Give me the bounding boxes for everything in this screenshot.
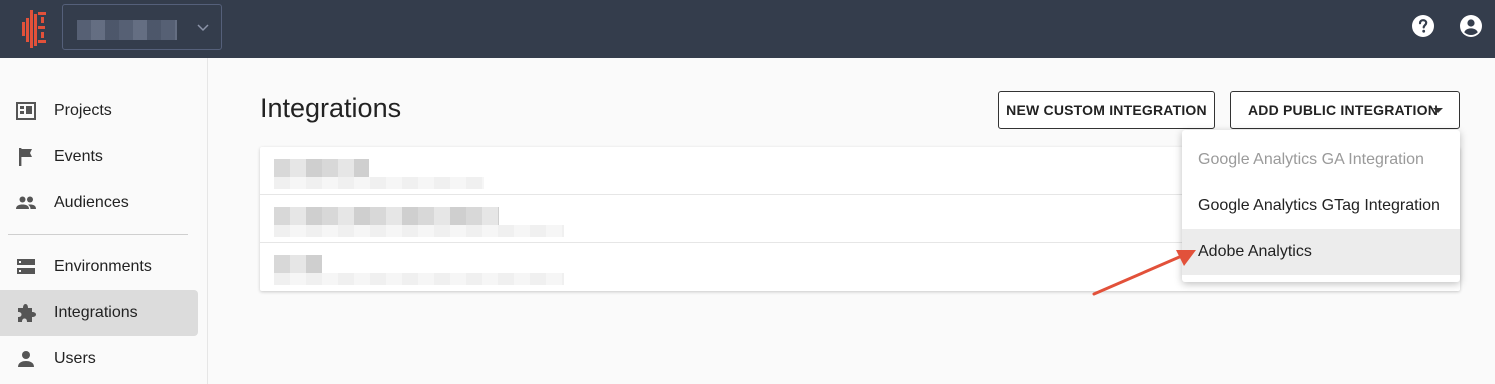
account-circle-icon[interactable] bbox=[1459, 14, 1483, 38]
help-circle-icon[interactable] bbox=[1411, 14, 1435, 38]
sidebar-item-audiences[interactable]: Audiences bbox=[0, 180, 198, 226]
redacted-text bbox=[274, 273, 564, 285]
sidebar-nav: Projects Events Audiences Environments I… bbox=[0, 58, 208, 384]
menu-item-google-analytics-gtag[interactable]: Google Analytics GTag Integration bbox=[1182, 183, 1460, 229]
chevron-down-icon bbox=[197, 24, 209, 32]
page-title: Integrations bbox=[260, 93, 402, 123]
storage-icon bbox=[15, 256, 37, 278]
sidebar-item-label: Environments bbox=[54, 258, 152, 275]
redacted-text bbox=[274, 225, 564, 237]
redacted-text bbox=[274, 207, 499, 225]
sidebar-item-label: Integrations bbox=[54, 304, 138, 321]
person-icon bbox=[15, 348, 37, 370]
sidebar-item-users[interactable]: Users bbox=[0, 336, 198, 382]
sidebar-item-label: Users bbox=[54, 350, 96, 367]
public-integration-menu: Google Analytics GA Integration Google A… bbox=[1182, 130, 1460, 282]
project-selector[interactable] bbox=[62, 4, 222, 50]
add-public-integration-label: ADD PUBLIC INTEGRATION bbox=[1248, 102, 1439, 118]
sidebar-item-label: Events bbox=[54, 148, 103, 165]
sidebar-item-integrations[interactable]: Integrations bbox=[0, 290, 198, 336]
brand-logo-icon[interactable] bbox=[20, 8, 50, 50]
projects-icon bbox=[15, 100, 37, 122]
people-icon bbox=[15, 192, 37, 214]
sidebar-divider bbox=[8, 234, 188, 235]
redacted-text bbox=[274, 177, 484, 189]
sidebar-item-projects[interactable]: Projects bbox=[0, 88, 198, 134]
caret-down-icon bbox=[1433, 108, 1443, 113]
sidebar-item-events[interactable]: Events bbox=[0, 134, 198, 180]
flag-icon bbox=[15, 146, 37, 168]
top-app-bar bbox=[0, 0, 1495, 58]
redacted-text bbox=[274, 159, 369, 177]
sidebar-item-label: Projects bbox=[54, 102, 112, 119]
menu-item-adobe-analytics[interactable]: Adobe Analytics bbox=[1182, 229, 1460, 275]
new-custom-integration-button[interactable]: NEW CUSTOM INTEGRATION bbox=[998, 91, 1215, 129]
project-name-redacted bbox=[77, 20, 177, 40]
menu-item-google-analytics-ga: Google Analytics GA Integration bbox=[1198, 151, 1424, 168]
redacted-text bbox=[274, 255, 322, 273]
sidebar-item-label: Audiences bbox=[54, 194, 129, 211]
add-public-integration-button[interactable]: ADD PUBLIC INTEGRATION bbox=[1230, 91, 1460, 129]
sidebar-item-environments[interactable]: Environments bbox=[0, 244, 198, 290]
puzzle-icon bbox=[15, 302, 37, 324]
